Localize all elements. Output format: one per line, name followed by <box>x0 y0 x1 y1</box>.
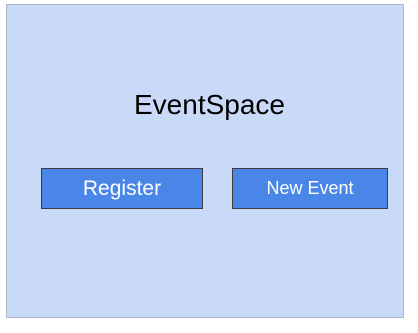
register-button[interactable]: Register <box>41 168 203 209</box>
main-panel: EventSpace Register New Event <box>6 4 404 318</box>
app-title: EventSpace <box>134 89 285 120</box>
new-event-button[interactable]: New Event <box>232 168 388 209</box>
